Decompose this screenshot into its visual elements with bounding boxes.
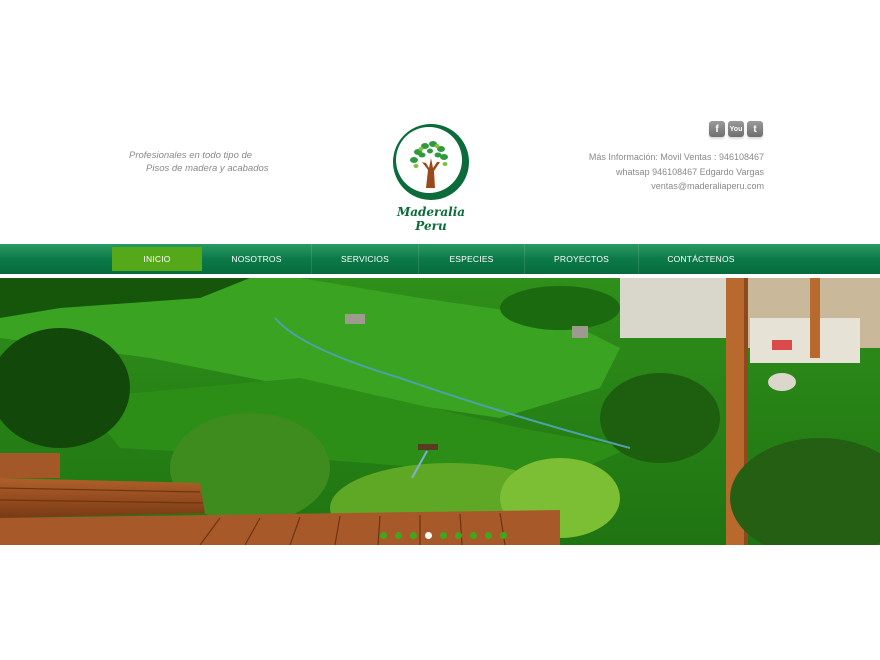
twitter-icon[interactable]: t [747, 121, 763, 137]
tagline: Profesionales en todo tipo de Pisos de m… [129, 149, 269, 175]
tagline-line2: Pisos de madera y acabados [146, 163, 269, 174]
slider-dot[interactable] [379, 532, 387, 539]
nav-item-servicios[interactable]: SERVICIOS [312, 244, 419, 274]
slider-dot[interactable] [394, 532, 402, 539]
slider-dot[interactable] [499, 532, 507, 539]
slider-dot[interactable] [409, 532, 417, 539]
contact-info: Más Información: Movil Ventas : 94610846… [589, 150, 764, 194]
slider-dot[interactable] [439, 532, 447, 539]
facebook-icon[interactable]: f [709, 121, 725, 137]
logo-text-line2: Peru [415, 219, 447, 233]
nav-item-nosotros[interactable]: NOSOTROS [202, 244, 312, 274]
youtube-icon[interactable]: You [728, 121, 744, 137]
nav-item-contactenos[interactable]: CONTÁCTENOS [639, 244, 763, 274]
nav-item-proyectos[interactable]: PROYECTOS [525, 244, 639, 274]
nav-item-especies[interactable]: ESPECIES [419, 244, 525, 274]
slider-pagination [0, 532, 880, 539]
contact-phone: Más Información: Movil Ventas : 94610846… [588, 152, 764, 162]
slider-dot[interactable] [454, 532, 462, 539]
tagline-line1: Profesionales en todo tipo de [129, 150, 253, 161]
logo-text-line1: Maderalia [396, 205, 466, 219]
garden-photo [0, 278, 880, 545]
site-logo[interactable]: Maderalia Peru [388, 122, 474, 236]
slider-dot-active[interactable] [424, 532, 432, 539]
social-links: f You t [709, 121, 763, 137]
contact-email[interactable]: ventas@maderaliaperu.com [589, 179, 764, 194]
hero-slider-image [0, 278, 880, 545]
contact-whatsapp: whatsap 946108467 Edgardo Vargas [616, 166, 764, 177]
slider-dot[interactable] [469, 532, 477, 539]
logo-tree-emblem [393, 124, 469, 200]
page: Profesionales en todo tipo de Pisos de m… [0, 0, 880, 660]
main-nav: INICIO NOSOTROS SERVICIOS ESPECIES PROYE… [0, 244, 880, 274]
nav-item-inicio[interactable]: INICIO [112, 247, 202, 271]
slider-dot[interactable] [484, 532, 492, 539]
